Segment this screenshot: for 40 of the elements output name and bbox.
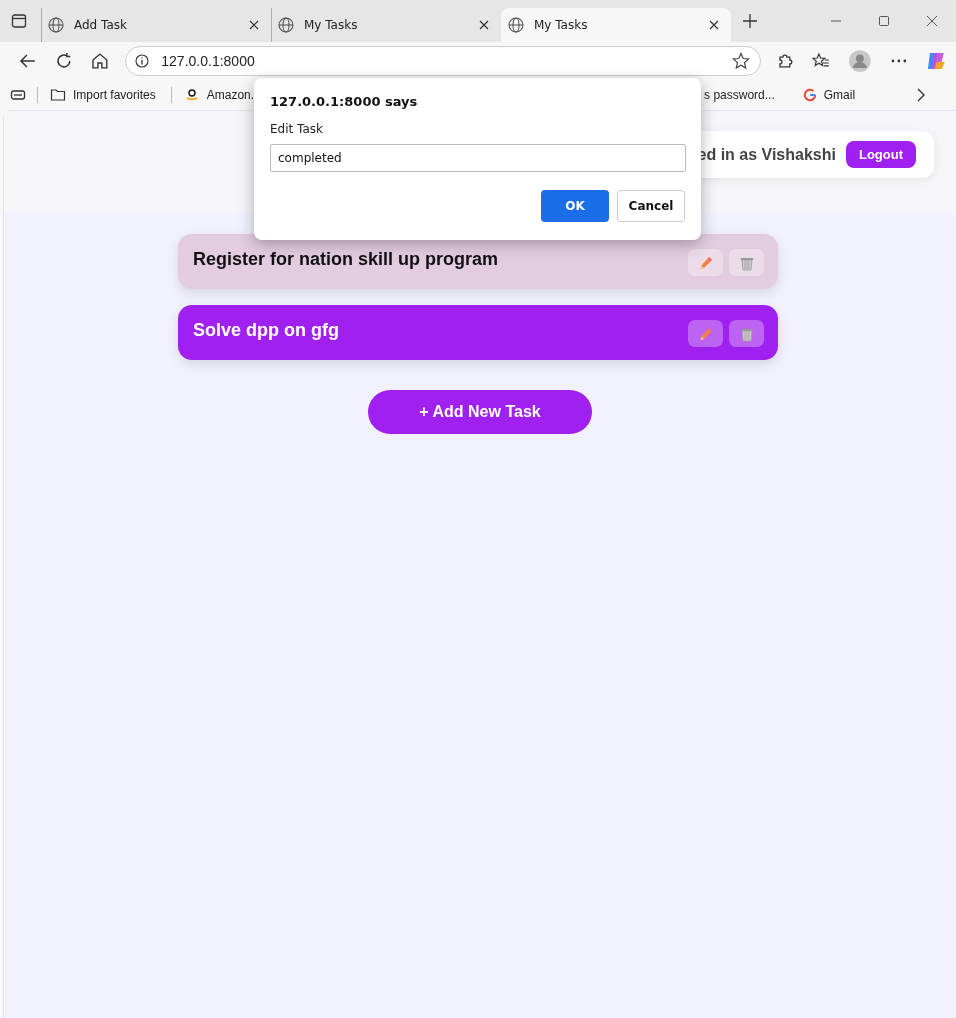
bookmark-item[interactable]: Amazon. bbox=[179, 87, 259, 103]
bookmark-item[interactable]: Gmail bbox=[798, 88, 860, 102]
browser-tab[interactable]: Add Task bbox=[41, 8, 271, 42]
close-icon[interactable] bbox=[249, 20, 259, 30]
collections-icon[interactable] bbox=[10, 87, 26, 103]
close-icon[interactable] bbox=[479, 20, 489, 30]
g-logo-icon bbox=[802, 88, 817, 102]
globe-icon bbox=[278, 17, 294, 33]
new-tab-icon[interactable] bbox=[743, 14, 757, 28]
task-title: Register for nation skill up program bbox=[193, 249, 500, 270]
browser-tab[interactable]: My Tasks bbox=[501, 8, 731, 42]
bookmark-item[interactable]: s password... bbox=[700, 88, 779, 102]
sidebar-icon[interactable] bbox=[11, 13, 27, 29]
chevron-right-icon[interactable] bbox=[916, 88, 926, 102]
globe-icon bbox=[508, 17, 524, 33]
bookmark-item[interactable]: Import favorites bbox=[46, 87, 160, 103]
info-icon bbox=[135, 54, 150, 68]
cancel-button[interactable]: Cancel bbox=[617, 190, 685, 222]
refresh-icon[interactable] bbox=[54, 52, 73, 70]
back-icon[interactable] bbox=[19, 52, 37, 70]
folder-icon bbox=[50, 87, 66, 103]
globe-icon bbox=[48, 17, 64, 33]
close-icon[interactable] bbox=[927, 16, 937, 26]
input-field[interactable]: completed bbox=[270, 144, 686, 172]
logout-button[interactable]: Logout bbox=[845, 141, 916, 168]
add-task-button[interactable]: + Add New Task bbox=[368, 390, 592, 434]
star-icon[interactable] bbox=[732, 52, 751, 70]
ok-button[interactable]: OK bbox=[541, 190, 609, 222]
favorites-icon[interactable] bbox=[812, 52, 830, 70]
copilot-icon[interactable] bbox=[925, 50, 947, 72]
address-bar[interactable]: 127.0.0.1:8000 bbox=[125, 46, 762, 76]
extensions-icon[interactable] bbox=[776, 52, 795, 70]
task-title: Solve dpp on gfg bbox=[193, 320, 340, 341]
delete-button[interactable] bbox=[729, 320, 764, 347]
avatar-icon[interactable] bbox=[848, 50, 871, 72]
dialog-title: 127.0.0.1:8000 says bbox=[270, 94, 419, 109]
home-icon[interactable] bbox=[90, 52, 109, 70]
maximize-icon[interactable] bbox=[879, 16, 889, 26]
close-icon[interactable] bbox=[709, 20, 719, 30]
dialog-label: Edit Task bbox=[270, 122, 324, 136]
